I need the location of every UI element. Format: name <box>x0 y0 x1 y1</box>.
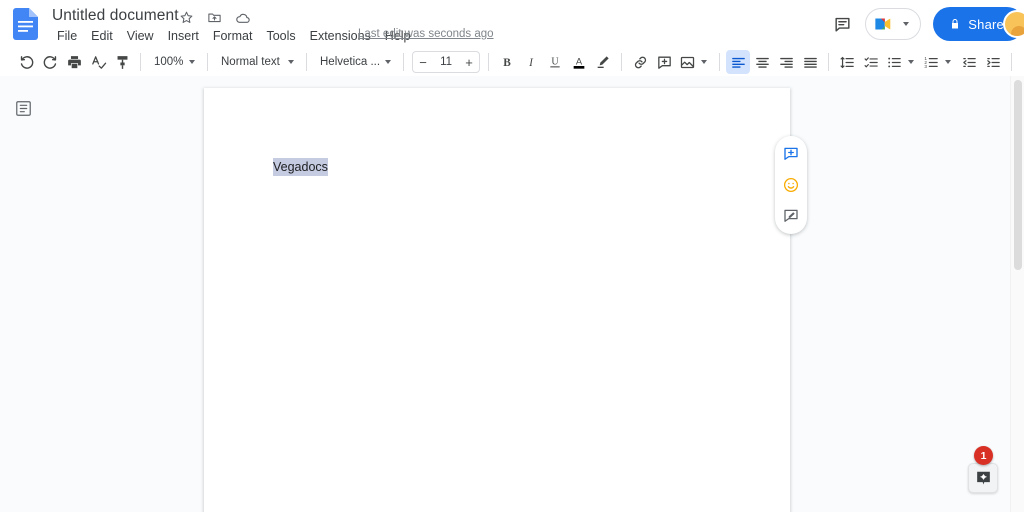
menu-item-edit[interactable]: Edit <box>84 26 120 46</box>
print-icon[interactable] <box>62 50 86 74</box>
numbered-list-icon[interactable]: 1 2 3 <box>920 50 957 74</box>
insert-link-icon[interactable] <box>628 50 652 74</box>
vertical-scrollbar[interactable] <box>1010 76 1024 512</box>
spellcheck-icon[interactable] <box>86 50 110 74</box>
font-size-stepper: − 11 + <box>412 51 481 73</box>
line-spacing-icon[interactable] <box>835 50 859 74</box>
document-canvas: Vegadocs <box>0 76 1024 512</box>
chevron-down-icon <box>945 60 952 64</box>
cloud-saved-icon[interactable] <box>234 9 251 26</box>
header-actions: Share <box>825 0 1024 48</box>
svg-text:B: B <box>503 57 511 69</box>
toolbar-divider <box>621 53 623 71</box>
comment-history-icon[interactable] <box>825 7 859 41</box>
chevron-down-icon <box>701 60 708 64</box>
toolbar-divider <box>719 53 721 71</box>
chevron-down-icon <box>385 60 392 64</box>
zoom-level-value: 100% <box>154 56 184 68</box>
zoom-level-dropdown[interactable]: 100% <box>147 50 201 74</box>
document-text[interactable]: Vegadocs <box>273 158 328 176</box>
svg-text:3: 3 <box>924 63 927 68</box>
bulleted-list-icon[interactable] <box>883 50 920 74</box>
scrollbar-thumb[interactable] <box>1014 80 1022 270</box>
paragraph-style-value: Normal text <box>221 56 280 68</box>
toolbar-divider <box>488 53 490 71</box>
font-size-decrease-button[interactable]: − <box>413 52 433 72</box>
document-title[interactable]: Untitled document <box>50 5 181 27</box>
lock-icon <box>949 18 961 30</box>
toolbar-divider <box>140 53 141 71</box>
docs-document-icon[interactable] <box>13 8 38 40</box>
align-justify-icon[interactable] <box>798 50 822 74</box>
paragraph-style-dropdown[interactable]: Normal text <box>214 50 300 74</box>
toolbar-divider <box>403 53 405 71</box>
add-comment-icon[interactable] <box>779 142 803 166</box>
toolbar-divider <box>828 53 830 71</box>
decrease-indent-icon[interactable] <box>957 50 981 74</box>
toolbar-divider <box>1011 53 1013 71</box>
undo-icon[interactable] <box>14 50 38 74</box>
highlight-pen-icon[interactable] <box>591 50 615 74</box>
toolbar-divider <box>207 53 208 71</box>
last-edit-status[interactable]: Last edit was seconds ago <box>358 28 494 40</box>
svg-text:A: A <box>576 57 583 67</box>
google-docs-app: Untitled document File Edit View Insert … <box>0 0 1024 512</box>
addon-launcher: 1 <box>968 446 1006 504</box>
formatting-toolbar: 100% Normal text Helvetica ... − 11 + B … <box>0 48 1024 76</box>
paint-format-icon[interactable] <box>110 50 134 74</box>
star-icon[interactable] <box>178 9 195 26</box>
move-to-folder-icon[interactable] <box>206 9 223 26</box>
underline-button[interactable]: U <box>543 50 567 74</box>
text-color-button[interactable]: A <box>567 50 591 74</box>
suggest-edit-icon[interactable] <box>779 204 803 228</box>
font-size-input[interactable]: 11 <box>433 56 459 68</box>
share-button-label: Share <box>968 16 1004 32</box>
header-bar: Untitled document File Edit View Insert … <box>0 0 1024 48</box>
show-document-outline-icon[interactable] <box>11 96 35 120</box>
google-meet-camera-icon[interactable] <box>865 8 922 40</box>
user-avatar[interactable] <box>1003 10 1024 38</box>
svg-text:I: I <box>528 57 534 69</box>
addon-notification-badge: 1 <box>974 446 993 465</box>
font-family-value: Helvetica ... <box>320 56 381 68</box>
align-center-icon[interactable] <box>750 50 774 74</box>
svg-text:U: U <box>551 57 559 68</box>
toolbar-divider <box>306 53 307 71</box>
font-size-increase-button[interactable]: + <box>459 52 479 72</box>
increase-indent-icon[interactable] <box>981 50 1005 74</box>
document-page[interactable]: Vegadocs <box>204 88 790 512</box>
chevron-down-icon <box>908 60 915 64</box>
emoji-reaction-icon[interactable] <box>779 173 803 197</box>
redo-icon[interactable] <box>38 50 62 74</box>
bold-button[interactable]: B <box>495 50 519 74</box>
font-family-dropdown[interactable]: Helvetica ... <box>313 50 397 74</box>
menu-item-tools[interactable]: Tools <box>259 26 302 46</box>
add-comment-icon[interactable] <box>652 50 676 74</box>
outline-rail <box>0 76 48 512</box>
chevron-down-icon <box>189 60 195 64</box>
title-block: Untitled document <box>50 5 181 27</box>
menu-item-view[interactable]: View <box>120 26 161 46</box>
chevron-down-icon <box>903 22 910 26</box>
align-left-icon[interactable] <box>726 50 751 74</box>
align-right-icon[interactable] <box>774 50 798 74</box>
addon-extension-icon[interactable] <box>968 463 998 493</box>
menu-item-insert[interactable]: Insert <box>161 26 206 46</box>
italic-button[interactable]: I <box>519 50 543 74</box>
menu-item-file[interactable]: File <box>50 26 84 46</box>
menu-item-format[interactable]: Format <box>206 26 260 46</box>
checklist-icon[interactable] <box>859 50 883 74</box>
clear-formatting-icon[interactable] <box>1018 50 1024 74</box>
chevron-down-icon <box>288 60 294 64</box>
insert-image-icon[interactable] <box>676 50 713 74</box>
floating-action-toolbar <box>775 136 807 234</box>
title-action-icons <box>178 9 251 26</box>
